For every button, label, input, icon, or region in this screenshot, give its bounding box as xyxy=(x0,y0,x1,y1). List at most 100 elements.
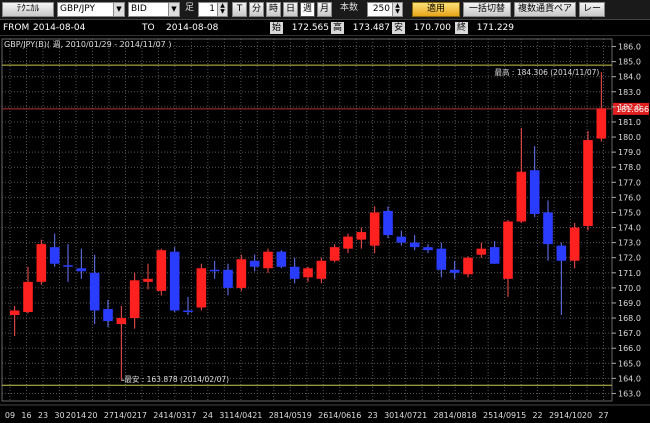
ashi-label: 足 xyxy=(185,3,195,13)
candle-body xyxy=(289,266,300,279)
candle-body xyxy=(196,268,207,308)
x-tick-label: 27 xyxy=(598,411,608,420)
y-tick-label: 171.0 xyxy=(618,269,641,278)
candle-body xyxy=(556,245,567,261)
x-tick-label: 31 xyxy=(219,411,229,420)
candle-body xyxy=(49,247,60,264)
y-tick-label: 165.0 xyxy=(618,359,641,368)
y-tick-label: 180.0 xyxy=(618,133,641,142)
y-tick-label: 183.0 xyxy=(618,88,641,97)
candlestick-chart[interactable]: 最高 : 184.306 (2014/11/07) 最安 : 163.878 (2… xyxy=(0,37,650,423)
candle-body xyxy=(316,260,327,279)
x-tick-label: 22 xyxy=(532,411,542,420)
spinner-icon[interactable]: ▲ ▼ xyxy=(217,3,227,16)
y-tick-label: 178.0 xyxy=(618,163,641,172)
y-tick-label: 179.0 xyxy=(618,148,641,157)
high-label: 高 xyxy=(331,22,344,34)
rate-button[interactable]: レート xyxy=(579,2,605,27)
x-tick-label: 20 xyxy=(582,411,592,420)
candle-body xyxy=(169,251,180,311)
x-tick-label: 26 xyxy=(318,411,328,420)
candle-body xyxy=(23,281,33,313)
open-label: 始 xyxy=(270,22,283,34)
multi-pair-button[interactable]: 複数通貨ペア xyxy=(514,2,576,17)
bid-ask-select[interactable]: BID ▼ xyxy=(128,2,180,17)
candle-body xyxy=(583,140,593,227)
x-tick-label: 09 xyxy=(5,411,15,420)
candle-body xyxy=(63,265,73,267)
candle-body xyxy=(223,269,233,288)
x-tick-label: 14/09 xyxy=(493,411,516,420)
x-tick-label: 17 xyxy=(137,411,147,420)
apply-button[interactable]: 適用 xyxy=(412,2,460,17)
candle-body xyxy=(36,244,47,282)
x-tick-label: 14/07 xyxy=(394,411,417,420)
candle-body xyxy=(476,248,487,255)
x-tick-label: 20 xyxy=(87,411,97,420)
currency-pair-select[interactable]: GBP/JPY ▼ xyxy=(57,2,125,17)
period-day-button[interactable]: 日 xyxy=(283,2,298,17)
from-date: 2014-08-04 xyxy=(33,23,86,33)
y-tick-label: 185.0 xyxy=(618,58,641,67)
spinner-icon[interactable]: ▲ ▼ xyxy=(392,3,402,16)
period-minute-button[interactable]: 分 xyxy=(249,2,264,17)
to-label: TO xyxy=(142,23,155,33)
x-tick-label: 24 xyxy=(203,411,213,420)
y-tick-label: 175.0 xyxy=(618,208,641,217)
chart-area[interactable]: 最高 : 184.306 (2014/11/07) 最安 : 163.878 (2… xyxy=(0,37,650,423)
candle-body xyxy=(236,259,247,288)
x-tick-label: 14/06 xyxy=(328,411,351,420)
y-tick-label: 166.0 xyxy=(618,344,641,353)
x-tick-label: 21 xyxy=(417,411,427,420)
y-tick-label: 164.0 xyxy=(618,374,641,383)
count-input[interactable]: 250 ▲ ▼ xyxy=(367,2,403,17)
ashi-input[interactable]: 1 ▲ ▼ xyxy=(198,2,228,17)
candle-body xyxy=(436,248,447,270)
count-label: 本数 xyxy=(340,3,359,13)
y-tick-label: 172.0 xyxy=(618,254,641,263)
y-tick-label: 186.0 xyxy=(618,43,641,52)
batch-switch-button[interactable]: 一括切替 xyxy=(463,2,511,17)
y-tick-label: 167.0 xyxy=(618,329,641,338)
x-tick-label: 14/10 xyxy=(559,411,582,420)
candle-body xyxy=(183,310,193,313)
candle-body xyxy=(463,257,473,275)
low-label: 安 xyxy=(392,22,405,34)
period-week-button[interactable]: 週 xyxy=(300,2,315,17)
y-tick-label: 181.0 xyxy=(618,118,641,127)
close-label: 終 xyxy=(455,22,468,34)
x-tick-label: 21 xyxy=(252,411,262,420)
x-tick-label: 28 xyxy=(434,411,444,420)
to-date: 2014-08-08 xyxy=(166,23,219,33)
ashi-value: 1 xyxy=(209,4,215,14)
candle-body xyxy=(156,250,167,291)
high-value: 173.487 xyxy=(352,23,390,33)
period-hour-button[interactable]: 時 xyxy=(266,2,281,17)
bid-ask-value: BID xyxy=(131,4,147,14)
chevron-down-icon[interactable]: ▼ xyxy=(168,3,179,16)
x-tick-label: 30 xyxy=(384,411,394,420)
candle-body xyxy=(143,278,153,282)
x-tick-label: 18 xyxy=(467,411,477,420)
candle-body xyxy=(369,212,380,246)
x-tick-label: 14/08 xyxy=(444,411,467,420)
candle-body xyxy=(489,247,500,264)
period-month-button[interactable]: 月 xyxy=(317,2,332,17)
low-annotation: 最安 : 163.878 (2014/02/07) xyxy=(124,374,229,384)
chevron-down-icon[interactable]: ▼ xyxy=(113,3,124,16)
technical-button[interactable]: ﾃｸﾆｶﾙ xyxy=(2,2,54,17)
candle-body xyxy=(129,280,140,319)
candle-body xyxy=(343,236,353,249)
from-label: FROM xyxy=(3,23,30,33)
candle-body xyxy=(529,170,540,214)
y-tick-label: 177.0 xyxy=(618,178,641,187)
candle-body xyxy=(516,171,527,222)
candle-body xyxy=(503,221,513,279)
candle-body xyxy=(303,268,313,278)
candle-body xyxy=(89,272,100,311)
period-tick-button[interactable]: T xyxy=(232,2,247,17)
x-tick-label: 28 xyxy=(269,411,279,420)
y-tick-label: 182.0 xyxy=(618,103,641,112)
candle-body xyxy=(249,260,260,267)
open-value: 172.565 xyxy=(291,23,329,33)
